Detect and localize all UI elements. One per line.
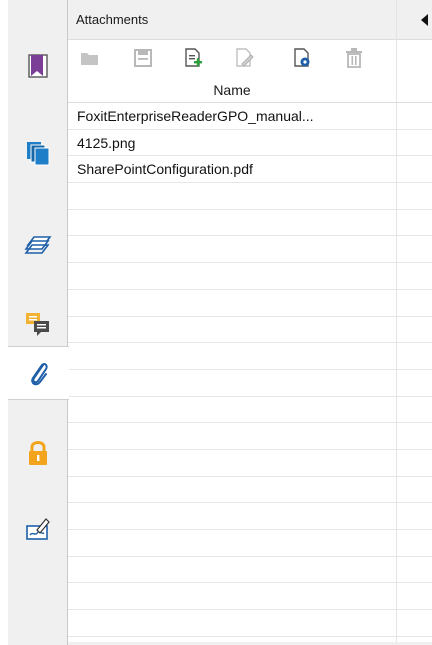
attachment-row[interactable] xyxy=(68,343,432,370)
save-attachment-button[interactable] xyxy=(131,46,155,70)
attachment-row[interactable]: 4125.png xyxy=(68,130,432,157)
attachment-row[interactable] xyxy=(68,610,432,637)
table-header: Name xyxy=(68,76,432,103)
attachment-row[interactable] xyxy=(68,450,432,477)
paperclip-icon xyxy=(30,362,48,386)
pages-tab[interactable] xyxy=(8,126,68,180)
attachment-row[interactable] xyxy=(68,477,432,504)
navigation-rail xyxy=(8,0,69,645)
signature-icon xyxy=(26,518,50,540)
attachment-name: FoxitEnterpriseReaderGPO_manual... xyxy=(77,108,314,124)
delete-attachment-button[interactable] xyxy=(342,46,366,70)
panel-title: Attachments xyxy=(76,12,149,27)
layers-icon xyxy=(24,236,52,254)
attachment-row[interactable] xyxy=(68,397,432,424)
pages-icon xyxy=(27,142,50,166)
attachment-row[interactable] xyxy=(68,317,432,344)
attachments-tab[interactable] xyxy=(8,346,69,400)
comment-icon xyxy=(26,313,49,336)
edit-description-button[interactable] xyxy=(232,46,256,70)
attachment-name: 4125.png xyxy=(77,134,136,151)
lock-icon xyxy=(29,441,47,465)
bookmark-icon xyxy=(28,54,48,78)
trash-icon xyxy=(346,48,362,68)
layers-tab[interactable] xyxy=(8,214,68,268)
attachment-row[interactable] xyxy=(68,210,432,237)
attachment-row[interactable] xyxy=(68,530,432,557)
attachment-row[interactable] xyxy=(68,370,432,397)
attachment-row[interactable] xyxy=(68,263,432,290)
security-tab[interactable] xyxy=(8,426,68,480)
gear-file-icon xyxy=(294,48,310,67)
panel-header: Attachments xyxy=(68,0,432,40)
add-file-icon xyxy=(185,48,202,67)
attachment-row[interactable] xyxy=(68,183,432,210)
attachment-row[interactable]: FoxitEnterpriseReaderGPO_manual... xyxy=(68,103,432,130)
collapse-panel-icon[interactable] xyxy=(421,14,428,26)
name-column-header[interactable]: Name xyxy=(68,82,396,98)
attachment-name: SharePointConfiguration.pdf xyxy=(77,161,253,178)
attachments-toolbar xyxy=(68,40,432,76)
attachment-row[interactable] xyxy=(68,583,432,611)
attachment-row[interactable] xyxy=(68,290,432,317)
window-edge xyxy=(0,0,8,645)
folder-icon xyxy=(81,53,98,65)
attachments-list: FoxitEnterpriseReaderGPO_manual... 4125.p… xyxy=(68,103,432,637)
attachments-panel: Attachments Name FoxitEnterpriseReaderGP… xyxy=(68,0,432,645)
attachment-row[interactable] xyxy=(68,423,432,450)
attachment-row[interactable]: SharePointConfiguration.pdf xyxy=(68,156,432,184)
bookmarks-tab[interactable] xyxy=(8,40,68,94)
attachment-properties-button[interactable] xyxy=(290,46,314,70)
attachment-row[interactable] xyxy=(68,557,432,584)
open-attachment-button[interactable] xyxy=(78,46,102,70)
edit-icon xyxy=(236,48,254,67)
signatures-tab[interactable] xyxy=(8,502,68,556)
comments-tab[interactable] xyxy=(8,297,68,351)
add-attachment-button[interactable] xyxy=(181,46,205,70)
attachment-row[interactable] xyxy=(68,503,432,530)
save-icon xyxy=(134,49,152,67)
attachment-row[interactable] xyxy=(68,236,432,264)
